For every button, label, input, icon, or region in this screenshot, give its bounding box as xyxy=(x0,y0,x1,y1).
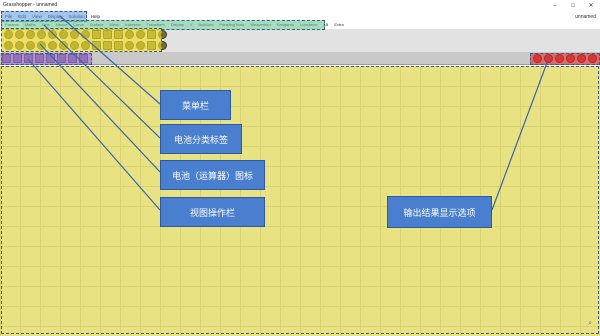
window-title: Grasshopper - unnamed xyxy=(3,2,58,8)
callout-components: 电池（运算器）图标 xyxy=(160,160,265,190)
preview-toolbar-highlight xyxy=(530,53,600,65)
close-button[interactable]: ✕ xyxy=(582,0,600,13)
maximize-button[interactable]: □ xyxy=(564,0,582,13)
callout-component-tabs: 电池分类标签 xyxy=(160,124,242,154)
canvas-highlight xyxy=(1,66,599,334)
callout-view-toolbar: 视图操作栏 xyxy=(160,197,265,227)
callout-menu-bar: 菜单栏 xyxy=(160,90,231,120)
callout-preview-options: 输出结果显示选项 xyxy=(387,196,492,228)
view-toolbar-highlight xyxy=(1,53,92,65)
minimize-button[interactable]: – xyxy=(546,0,564,13)
title-bar: Grasshopper - unnamed – □ ✕ xyxy=(0,0,600,13)
component-icons-highlight xyxy=(1,28,162,52)
window-controls: – □ ✕ xyxy=(546,0,600,13)
tab-extra[interactable]: Extra xyxy=(331,21,346,29)
grasshopper-window: Grasshopper - unnamed – □ ✕ unnamed File… xyxy=(0,0,600,336)
document-name: unnamed xyxy=(575,14,596,20)
